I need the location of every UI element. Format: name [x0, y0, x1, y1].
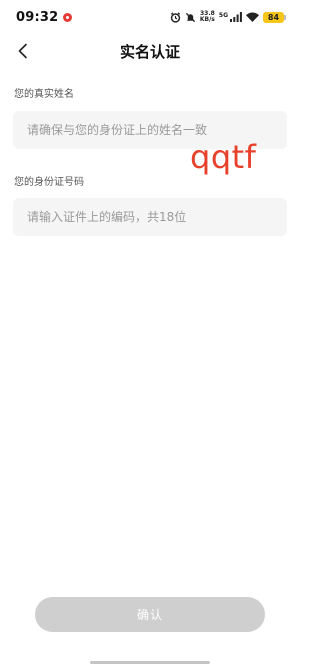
- notification-icon: [63, 12, 73, 22]
- battery-tip: [284, 14, 286, 20]
- wifi-icon: [246, 12, 259, 22]
- net-speed-unit: KB/s: [199, 16, 215, 23]
- id-field-label: 您的身份证号码: [14, 177, 84, 188]
- id-number-input[interactable]: [13, 198, 287, 236]
- name-field-label: 您的真实姓名: [14, 89, 74, 100]
- status-left: 09:32: [16, 9, 73, 25]
- chevron-left-icon: [18, 43, 27, 59]
- signal-icon: [230, 12, 242, 22]
- confirm-button[interactable]: 确认: [35, 597, 265, 632]
- page-title: 实名认证: [119, 42, 180, 61]
- status-right: 33.8 KB/s 5G 84: [170, 11, 286, 23]
- overlay-text: qqtf: [190, 138, 257, 176]
- battery-icon: 84: [263, 11, 286, 23]
- signal-type: 5G: [218, 12, 228, 19]
- mute-icon: [185, 12, 196, 23]
- net-speed: 33.8 KB/s: [200, 11, 215, 23]
- alarm-icon: [170, 11, 181, 23]
- status-time: 09:32: [16, 9, 59, 25]
- status-bar: 09:32 33.8 KB/s 5G 84: [0, 0, 300, 34]
- home-indicator[interactable]: [90, 661, 210, 664]
- back-button[interactable]: [12, 40, 34, 62]
- battery-level: 84: [263, 11, 284, 23]
- nav-bar: 实名认证: [0, 34, 300, 68]
